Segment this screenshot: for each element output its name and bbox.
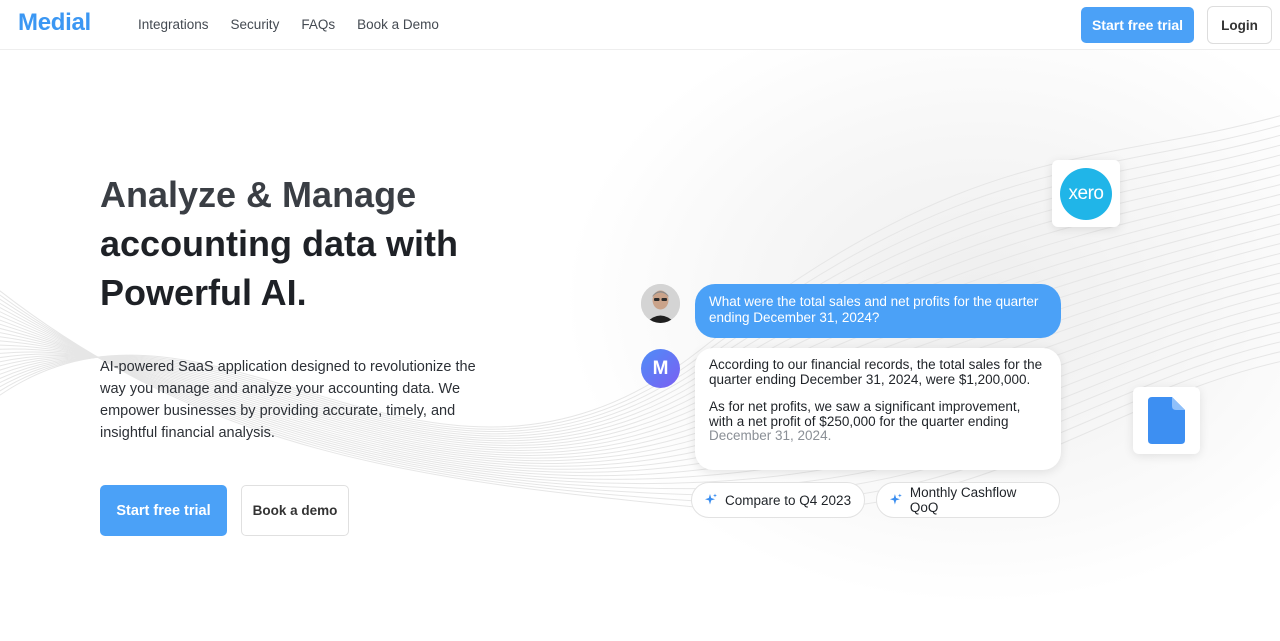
answer-paragraph-1: According to our financial records, the … — [709, 357, 1043, 387]
nav-security[interactable]: Security — [231, 17, 280, 32]
hero-title-line-1: Analyze & Manage — [100, 174, 417, 215]
hero-start-trial-button[interactable]: Start free trial — [100, 485, 227, 536]
suggestion-chip-label: Compare to Q4 2023 — [725, 492, 852, 508]
wave-lines-decoration — [0, 115, 1280, 512]
hero-background — [0, 50, 1280, 641]
medial-logo[interactable]: Medial — [18, 9, 91, 37]
hero-title-line-2: accounting data with — [100, 223, 459, 264]
main-nav: Integrations Security FAQs Book a Demo — [138, 17, 439, 32]
sparkle-icon — [705, 493, 717, 505]
xero-logo: xero — [1060, 168, 1112, 220]
hero-title-line-3: Powerful AI. — [100, 272, 307, 313]
nav-integrations[interactable]: Integrations — [138, 17, 209, 32]
file-icon — [1148, 397, 1185, 444]
suggestion-chip-compare-q4[interactable]: Compare to Q4 2023 — [691, 482, 865, 518]
document-card — [1133, 387, 1200, 454]
user-question-bubble: What were the total sales and net profit… — [695, 284, 1061, 338]
sparkle-icon — [889, 493, 902, 505]
answer-paragraph-2: As for net profits, we saw a significant… — [709, 399, 1047, 444]
suggestion-chip-monthly-cashflow[interactable]: Monthly Cashflow QoQ — [876, 482, 1060, 518]
assistant-answer-bubble: According to our financial records, the … — [695, 348, 1061, 470]
answer-paragraph-2-faded: December 31, 2024. — [709, 428, 832, 443]
top-navbar: Medial Integrations Security FAQs Book a… — [0, 0, 1280, 50]
suggestion-chip-label: Monthly Cashflow QoQ — [909, 485, 1017, 515]
xero-integration-card: xero — [1052, 160, 1120, 227]
hero-book-demo-button[interactable]: Book a demo — [241, 485, 349, 536]
user-avatar — [641, 284, 680, 323]
login-button[interactable]: Login — [1207, 6, 1272, 44]
header-start-trial-button[interactable]: Start free trial — [1081, 7, 1194, 43]
answer-paragraph-2-text: As for net profits, we saw a significant… — [709, 399, 1021, 429]
nav-book-a-demo[interactable]: Book a Demo — [357, 17, 439, 32]
nav-faqs[interactable]: FAQs — [301, 17, 335, 32]
hero-description: AI-powered SaaS application designed to … — [100, 359, 476, 441]
hero-title: Analyze & Manage accounting data with Po… — [100, 170, 520, 317]
assistant-avatar: M — [641, 349, 680, 388]
